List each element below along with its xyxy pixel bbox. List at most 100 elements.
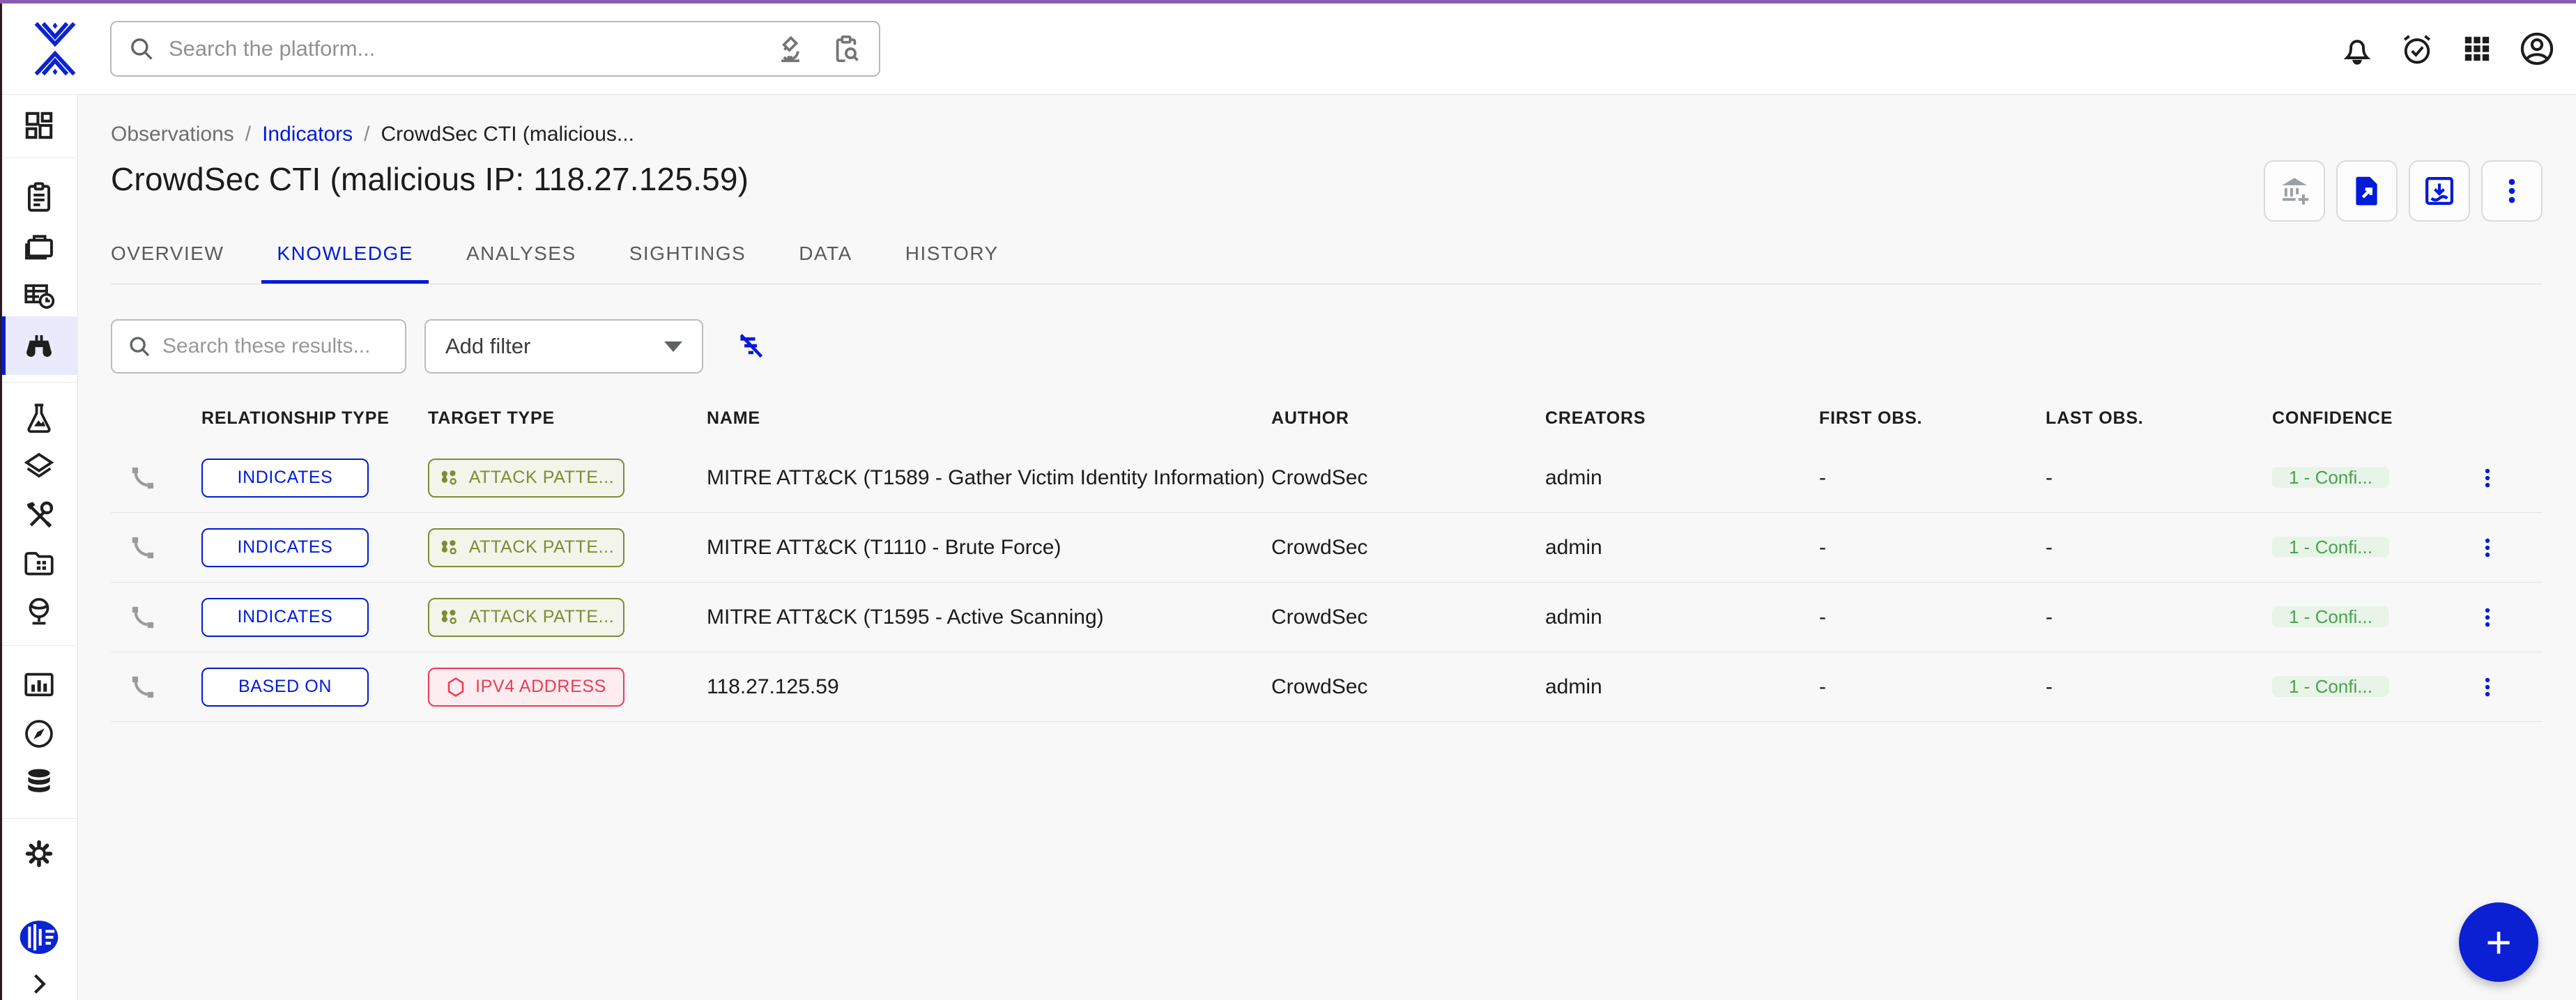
- first-obs-value: -: [1819, 606, 2046, 629]
- breadcrumb-root[interactable]: Observations: [111, 123, 234, 146]
- sidebar-item-xtm-hub[interactable]: [0, 912, 78, 962]
- tab-sightings[interactable]: SIGHTINGS: [629, 238, 746, 284]
- target-type-chip[interactable]: ATTACK PATTE...: [428, 459, 624, 498]
- col-last-obs[interactable]: LAST OBS.: [2046, 408, 2272, 429]
- relationship-author: CrowdSec: [1271, 675, 1545, 699]
- breadcrumb-separator: /: [364, 123, 369, 146]
- relationship-author: CrowdSec: [1271, 466, 1545, 490]
- breadcrumb-section-link[interactable]: Indicators: [262, 123, 353, 146]
- sidebar-collapse-chevron-icon[interactable]: [0, 959, 78, 1000]
- clear-filters-icon[interactable]: [733, 328, 769, 364]
- table-row[interactable]: BASED ON: [111, 652, 2543, 722]
- row-menu-dots-icon[interactable]: [2470, 600, 2505, 635]
- sidebar-item-data[interactable]: [0, 757, 78, 807]
- target-type-label: ATTACK PATTE...: [469, 607, 615, 627]
- tab-knowledge[interactable]: KNOWLEDGE: [277, 238, 413, 284]
- table-row[interactable]: INDICATES: [111, 513, 2543, 583]
- row-menu-dots-icon[interactable]: [2470, 530, 2505, 565]
- sidebar-divider: [0, 157, 78, 158]
- chevron-down-icon: [664, 341, 682, 352]
- apps-grid-icon[interactable]: [2458, 29, 2497, 68]
- sidebar-item-threats[interactable]: [0, 393, 78, 443]
- sidebar-item-dashboards[interactable]: [0, 661, 78, 711]
- row-menu-dots-icon[interactable]: [2470, 461, 2505, 495]
- tab-analyses[interactable]: ANALYSES: [466, 238, 576, 284]
- col-first-obs[interactable]: FIRST OBS.: [1819, 408, 2046, 429]
- entity-tabs: OVERVIEW KNOWLEDGE ANALYSES SIGHTINGS DA…: [111, 238, 2543, 284]
- topbar: [0, 3, 2576, 95]
- sidebar-divider: [0, 818, 78, 819]
- table-row[interactable]: INDICATES: [111, 583, 2543, 652]
- target-type-chip[interactable]: ATTACK PATTE...: [428, 528, 624, 567]
- first-obs-value: -: [1819, 536, 2046, 560]
- relationship-name: 118.27.125.59: [707, 675, 1271, 699]
- tab-history[interactable]: HISTORY: [905, 238, 999, 284]
- page-title: CrowdSec CTI (malicious IP: 118.27.125.5…: [111, 160, 749, 198]
- sidebar-item-arsenal[interactable]: [0, 442, 78, 492]
- target-type-chip[interactable]: IPV4 ADDRESS: [428, 668, 624, 707]
- sidebar-item-settings[interactable]: [0, 829, 78, 879]
- target-type-label: ATTACK PATTE...: [469, 537, 615, 557]
- microscope-icon[interactable]: [774, 33, 806, 65]
- triggers-alarm-icon[interactable]: [2398, 29, 2437, 68]
- relationship-name: MITRE ATT&CK (T1589 - Gather Victim Iden…: [707, 466, 1271, 490]
- confidence-chip: 1 - Confi...: [2272, 537, 2389, 557]
- notifications-bell-icon[interactable]: [2338, 29, 2377, 68]
- ipv4-hexagon-icon: [446, 677, 466, 698]
- col-creators[interactable]: CREATORS: [1545, 408, 1819, 429]
- sidebar-item-investigations[interactable]: [0, 709, 78, 759]
- sidebar-item-observations[interactable]: [0, 320, 78, 370]
- sidebar-item-entities[interactable]: [0, 538, 78, 588]
- add-filter-select[interactable]: Add filter: [424, 319, 703, 374]
- import-data-button[interactable]: [2409, 160, 2470, 222]
- table-row[interactable]: INDICATES: [111, 443, 2543, 513]
- sidebar-item-analyses[interactable]: [0, 172, 78, 222]
- relationship-arc-icon: [128, 602, 201, 633]
- add-organization-button[interactable]: [2264, 160, 2325, 222]
- relationship-creators: admin: [1545, 536, 1819, 560]
- col-name[interactable]: NAME: [707, 408, 1271, 429]
- clipboard-search-icon[interactable]: [830, 33, 862, 65]
- results-search-input[interactable]: [162, 334, 431, 358]
- sidebar-item-locations[interactable]: [0, 587, 78, 637]
- create-relationship-fab[interactable]: +: [2459, 902, 2538, 982]
- more-options-button[interactable]: [2481, 160, 2543, 222]
- main-content: Observations / Indicators / CrowdSec CTI…: [79, 95, 2576, 1000]
- window-top-strip: [0, 0, 2576, 3]
- col-confidence[interactable]: CONFIDENCE: [2272, 408, 2432, 429]
- breadcrumb-current: CrowdSec CTI (malicious...: [381, 123, 634, 146]
- relationship-arc-icon: [128, 532, 201, 563]
- tab-data[interactable]: DATA: [799, 238, 852, 284]
- confidence-chip: 1 - Confi...: [2272, 467, 2389, 488]
- last-obs-value: -: [2046, 606, 2272, 629]
- relationship-type-chip[interactable]: INDICATES: [201, 598, 369, 637]
- sidebar-item-events[interactable]: [0, 270, 78, 321]
- tab-overview[interactable]: OVERVIEW: [111, 238, 224, 284]
- entity-actions: [2264, 160, 2543, 222]
- sidebar-item-cases[interactable]: [0, 222, 78, 272]
- relationship-creators: admin: [1545, 466, 1819, 490]
- relationship-type-chip[interactable]: BASED ON: [201, 668, 369, 707]
- relationship-type-chip[interactable]: INDICATES: [201, 459, 369, 498]
- col-relationship-type[interactable]: RELATIONSHIP TYPE: [201, 408, 428, 429]
- relationship-author: CrowdSec: [1271, 606, 1545, 629]
- opencti-logo[interactable]: [0, 20, 110, 77]
- sidebar-item-techniques[interactable]: [0, 490, 78, 540]
- breadcrumb: Observations / Indicators / CrowdSec CTI…: [111, 123, 2543, 146]
- confidence-chip: 1 - Confi...: [2272, 676, 2389, 697]
- last-obs-value: -: [2046, 466, 2272, 490]
- relationship-author: CrowdSec: [1271, 536, 1545, 560]
- target-type-chip[interactable]: ATTACK PATTE...: [428, 598, 624, 637]
- window-left-strip: [0, 0, 2, 1000]
- row-menu-dots-icon[interactable]: [2470, 670, 2505, 705]
- col-author[interactable]: AUTHOR: [1271, 408, 1545, 429]
- col-target-type[interactable]: TARGET TYPE: [428, 408, 707, 429]
- relationship-type-chip[interactable]: INDICATES: [201, 528, 369, 567]
- results-search-field: [111, 319, 406, 374]
- export-file-button[interactable]: [2336, 160, 2398, 222]
- last-obs-value: -: [2046, 675, 2272, 699]
- platform-search-input[interactable]: [169, 36, 774, 61]
- relationship-arc-icon: [128, 463, 201, 493]
- sidebar-item-dashboard[interactable]: [0, 100, 78, 151]
- account-icon[interactable]: [2517, 29, 2556, 68]
